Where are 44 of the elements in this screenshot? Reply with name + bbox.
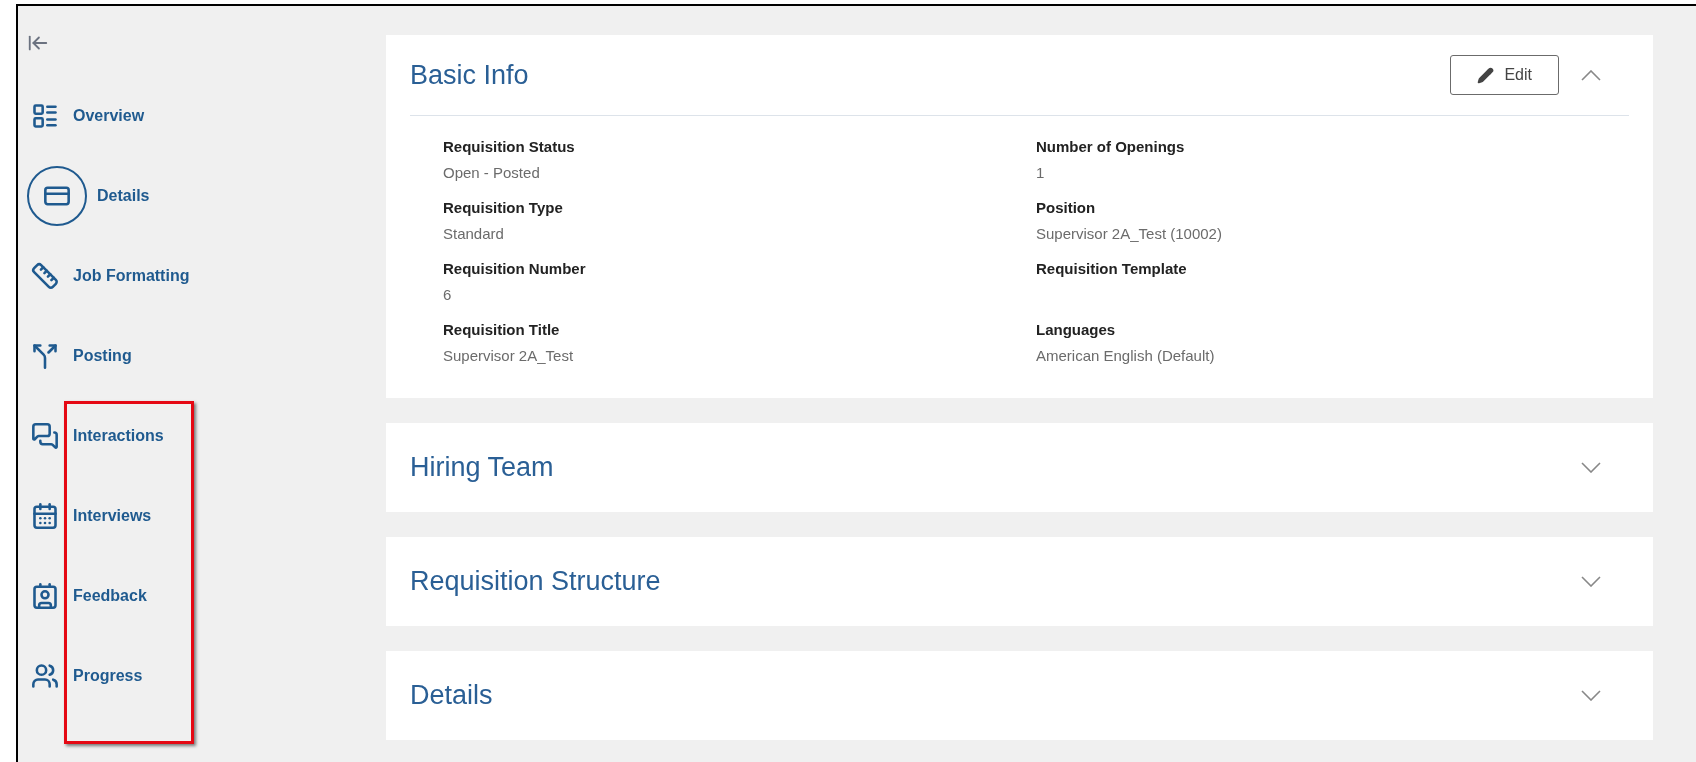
sidebar-item[interactable]: Interactions (27, 422, 164, 450)
people-icon (31, 662, 59, 690)
field-label: Position (1036, 198, 1097, 218)
section-title: Requisition Structure (410, 565, 662, 599)
field-label: Number of Openings (1036, 137, 1186, 157)
field-label: Languages (1036, 320, 1117, 340)
expand-button[interactable] (1581, 576, 1601, 587)
sidebar-item[interactable]: Job Formatting (27, 262, 190, 290)
field-value: 1 (1036, 162, 1046, 183)
expand-button[interactable] (1581, 690, 1601, 701)
edit-button[interactable]: Edit (1450, 55, 1559, 95)
field-value: Supervisor 2A_Test (10002) (1036, 223, 1223, 244)
chevron-up-icon (1581, 69, 1601, 81)
expand-button[interactable] (1581, 462, 1601, 473)
field-label: Requisition Type (443, 198, 564, 218)
field-label: Requisition Title (443, 320, 561, 340)
pencil-icon (1477, 66, 1495, 84)
ruler-icon (31, 262, 59, 290)
sidebar-item[interactable]: Overview (27, 102, 145, 130)
field-label: Requisition Status (443, 137, 576, 157)
section-title: Hiring Team (410, 451, 555, 485)
contact-card-icon (31, 582, 59, 610)
list-icon (31, 102, 59, 130)
chevron-down-icon (1581, 576, 1601, 587)
sidebar-item[interactable]: Feedback (27, 582, 147, 610)
field-value: 6 (443, 284, 453, 305)
field-value: American English (Default) (1036, 345, 1216, 366)
chevron-down-icon (1581, 462, 1601, 473)
sidebar-item[interactable]: Posting (27, 342, 132, 370)
section-title: Basic Info (410, 58, 530, 92)
field-label: Requisition Template (1036, 259, 1188, 279)
sidebar-item[interactable]: Interviews (27, 502, 152, 530)
split-arrows-icon (31, 342, 59, 370)
field-value: Standard (443, 223, 505, 244)
chevron-down-icon (1581, 690, 1601, 701)
collapse-button[interactable] (1581, 69, 1601, 81)
sidebar-item[interactable]: Progress (27, 662, 143, 690)
calendar-icon (31, 502, 59, 530)
section-title: Details (410, 679, 494, 713)
chat-bubbles-icon (31, 422, 59, 450)
sidebar-item[interactable]: Details (27, 166, 150, 226)
field-label: Requisition Number (443, 259, 587, 279)
field-value: Supervisor 2A_Test (443, 345, 575, 366)
field-value: Open - Posted (443, 162, 541, 183)
